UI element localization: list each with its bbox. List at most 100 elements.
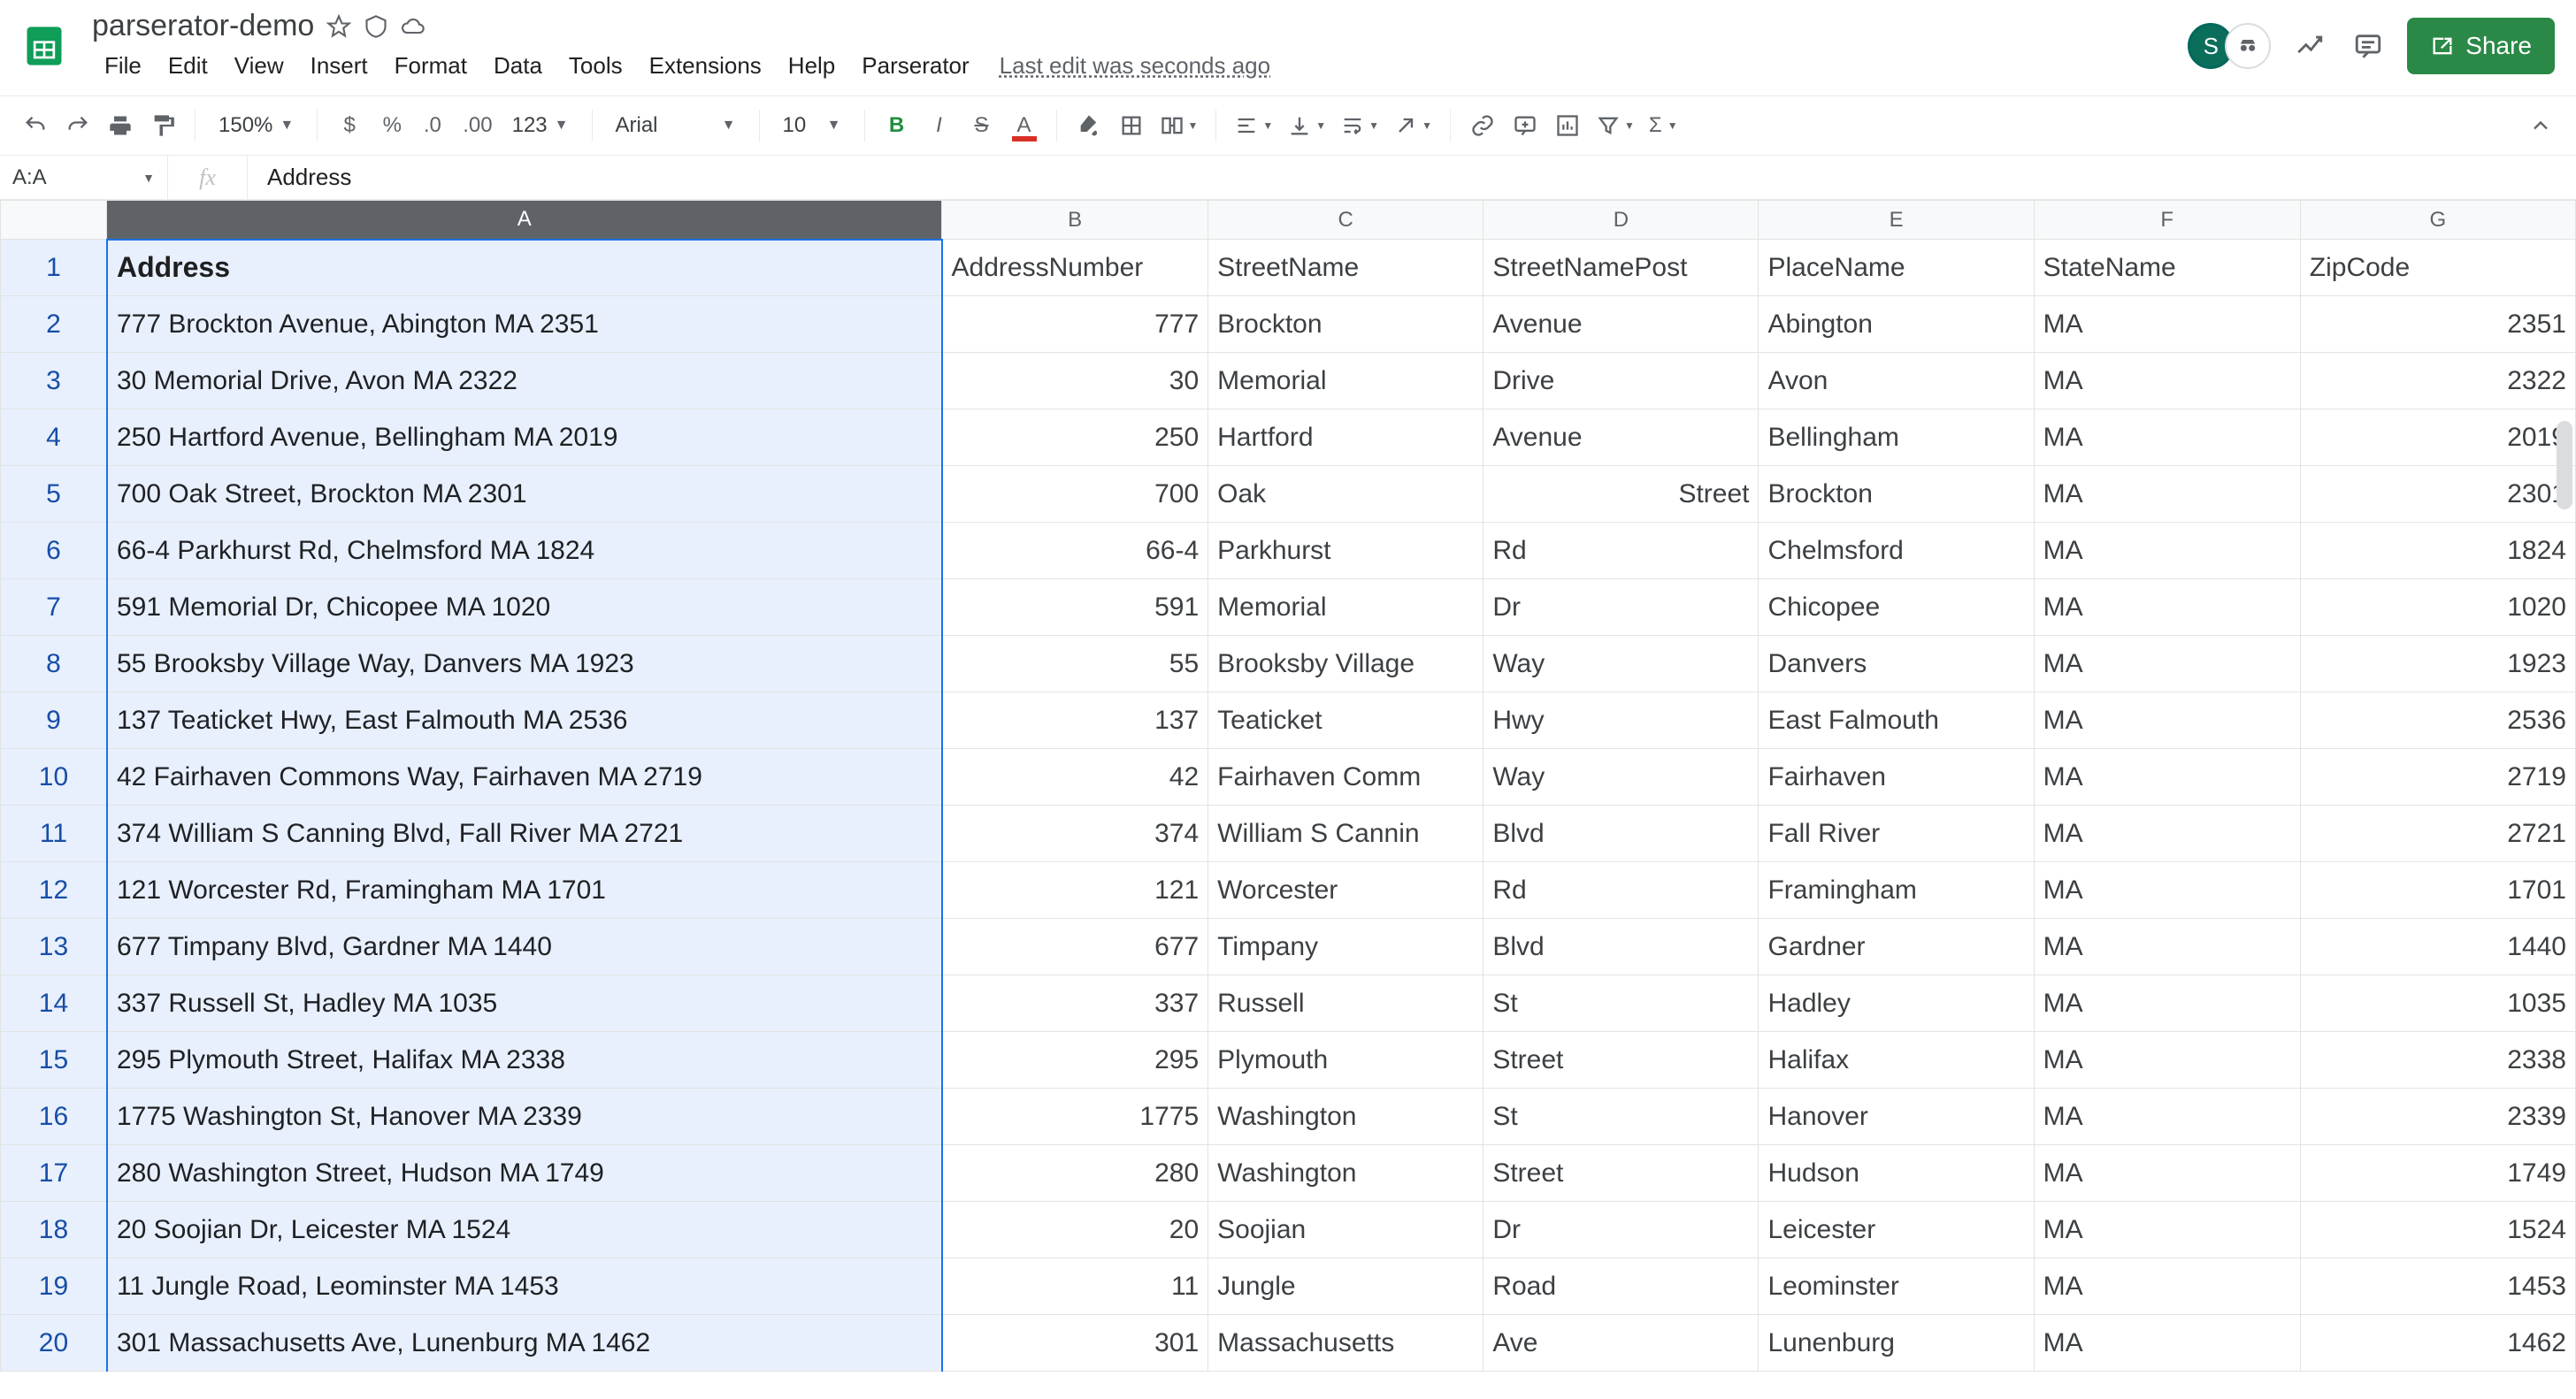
cell[interactable]: MA xyxy=(2034,296,2300,353)
cell[interactable]: Massachusetts xyxy=(1208,1315,1484,1372)
cell[interactable]: 250 Hartford Avenue, Bellingham MA 2019 xyxy=(107,409,942,466)
percent-icon[interactable]: % xyxy=(372,106,411,145)
cell[interactable]: 121 xyxy=(942,862,1208,919)
row-header[interactable]: 6 xyxy=(1,523,107,579)
collaborators[interactable]: S xyxy=(2188,23,2271,69)
cell[interactable]: 2721 xyxy=(2300,806,2575,862)
currency-icon[interactable]: $ xyxy=(330,106,369,145)
cell[interactable]: 1020 xyxy=(2300,579,2575,636)
comments-icon[interactable] xyxy=(2349,27,2388,65)
column-header-F[interactable]: F xyxy=(2034,201,2300,240)
select-all-corner[interactable] xyxy=(1,201,107,240)
row-header[interactable]: 5 xyxy=(1,466,107,523)
cell[interactable]: Washington xyxy=(1208,1145,1484,1202)
cell[interactable]: StreetName xyxy=(1208,240,1484,296)
cell[interactable]: Fall River xyxy=(1759,806,2034,862)
move-icon[interactable] xyxy=(364,14,388,39)
menu-insert[interactable]: Insert xyxy=(298,49,380,83)
document-title[interactable]: parserator-demo xyxy=(92,9,314,43)
cell[interactable]: Hanover xyxy=(1759,1089,2034,1145)
column-header-G[interactable]: G xyxy=(2300,201,2575,240)
vertical-scrollbar[interactable] xyxy=(2557,421,2572,509)
cell[interactable]: Chelmsford xyxy=(1759,523,2034,579)
cell[interactable]: 591 Memorial Dr, Chicopee MA 1020 xyxy=(107,579,942,636)
row-header[interactable]: 15 xyxy=(1,1032,107,1089)
row-header[interactable]: 14 xyxy=(1,975,107,1032)
cell[interactable]: 677 xyxy=(942,919,1208,975)
cell[interactable]: MA xyxy=(2034,919,2300,975)
menu-tools[interactable]: Tools xyxy=(556,49,635,83)
menu-help[interactable]: Help xyxy=(776,49,847,83)
cell[interactable]: Blvd xyxy=(1484,919,1759,975)
cell[interactable]: Address xyxy=(107,240,942,296)
cell[interactable]: Plymouth xyxy=(1208,1032,1484,1089)
cell[interactable]: 11 Jungle Road, Leominster MA 1453 xyxy=(107,1258,942,1315)
cell[interactable]: 700 Oak Street, Brockton MA 2301 xyxy=(107,466,942,523)
fill-color-icon[interactable] xyxy=(1070,106,1108,145)
cell[interactable]: 2536 xyxy=(2300,692,2575,749)
cell[interactable]: Gardner xyxy=(1759,919,2034,975)
formula-input[interactable]: Address xyxy=(248,164,351,191)
cell[interactable]: 301 Massachusetts Ave, Lunenburg MA 1462 xyxy=(107,1315,942,1372)
cell[interactable]: 137 xyxy=(942,692,1208,749)
cell[interactable]: 1035 xyxy=(2300,975,2575,1032)
cell[interactable]: Oak xyxy=(1208,466,1484,523)
cell[interactable]: 374 William S Canning Blvd, Fall River M… xyxy=(107,806,942,862)
cell[interactable]: Ave xyxy=(1484,1315,1759,1372)
collapse-toolbar-icon[interactable] xyxy=(2521,106,2560,145)
cell[interactable]: East Falmouth xyxy=(1759,692,2034,749)
cell[interactable]: ZipCode xyxy=(2300,240,2575,296)
name-box[interactable]: A:A▼ xyxy=(0,156,168,199)
cell[interactable]: Soojian xyxy=(1208,1202,1484,1258)
cell[interactable]: MA xyxy=(2034,523,2300,579)
cell[interactable]: Avenue xyxy=(1484,409,1759,466)
cell[interactable]: Dr xyxy=(1484,579,1759,636)
cell[interactable]: Rd xyxy=(1484,523,1759,579)
cell[interactable]: 2301 xyxy=(2300,466,2575,523)
redo-icon[interactable] xyxy=(58,106,97,145)
cell[interactable]: MA xyxy=(2034,1315,2300,1372)
cell[interactable]: 1453 xyxy=(2300,1258,2575,1315)
cell[interactable]: 374 xyxy=(942,806,1208,862)
cell[interactable]: 42 xyxy=(942,749,1208,806)
cell[interactable]: 1440 xyxy=(2300,919,2575,975)
cell[interactable]: Dr xyxy=(1484,1202,1759,1258)
cell[interactable]: Road xyxy=(1484,1258,1759,1315)
cell[interactable]: Brooksby Village xyxy=(1208,636,1484,692)
cell[interactable]: Hwy xyxy=(1484,692,1759,749)
cell[interactable]: 280 Washington Street, Hudson MA 1749 xyxy=(107,1145,942,1202)
row-header[interactable]: 12 xyxy=(1,862,107,919)
cell[interactable]: 137 Teaticket Hwy, East Falmouth MA 2536 xyxy=(107,692,942,749)
cell[interactable]: Russell xyxy=(1208,975,1484,1032)
cell[interactable]: 2339 xyxy=(2300,1089,2575,1145)
cell[interactable]: 11 xyxy=(942,1258,1208,1315)
cell[interactable]: 2719 xyxy=(2300,749,2575,806)
cell[interactable]: 55 Brooksby Village Way, Danvers MA 1923 xyxy=(107,636,942,692)
column-header-A[interactable]: A xyxy=(107,201,942,240)
cell[interactable]: Drive xyxy=(1484,353,1759,409)
cell[interactable]: MA xyxy=(2034,806,2300,862)
print-icon[interactable] xyxy=(101,106,140,145)
horizontal-align-icon[interactable]: ▼ xyxy=(1229,106,1278,145)
menu-view[interactable]: View xyxy=(222,49,296,83)
cell[interactable]: 1775 Washington St, Hanover MA 2339 xyxy=(107,1089,942,1145)
cell[interactable]: 301 xyxy=(942,1315,1208,1372)
cell[interactable]: 280 xyxy=(942,1145,1208,1202)
row-header[interactable]: 3 xyxy=(1,353,107,409)
row-header[interactable]: 2 xyxy=(1,296,107,353)
spreadsheet-grid[interactable]: ABCDEFG 1AddressAddressNumberStreetNameS… xyxy=(0,200,2576,1372)
cell[interactable]: Brockton xyxy=(1759,466,2034,523)
activity-icon[interactable] xyxy=(2290,27,2329,65)
insert-comment-icon[interactable] xyxy=(1506,106,1545,145)
cell[interactable]: 250 xyxy=(942,409,1208,466)
menu-extensions[interactable]: Extensions xyxy=(637,49,774,83)
cell[interactable]: StateName xyxy=(2034,240,2300,296)
cell[interactable]: 1462 xyxy=(2300,1315,2575,1372)
star-icon[interactable] xyxy=(326,14,351,39)
cell[interactable]: 677 Timpany Blvd, Gardner MA 1440 xyxy=(107,919,942,975)
cell[interactable]: 1524 xyxy=(2300,1202,2575,1258)
cell[interactable]: 777 Brockton Avenue, Abington MA 2351 xyxy=(107,296,942,353)
strikethrough-button[interactable]: S xyxy=(962,106,1001,145)
cell[interactable]: Street xyxy=(1484,466,1759,523)
text-color-button[interactable]: A xyxy=(1005,106,1044,145)
